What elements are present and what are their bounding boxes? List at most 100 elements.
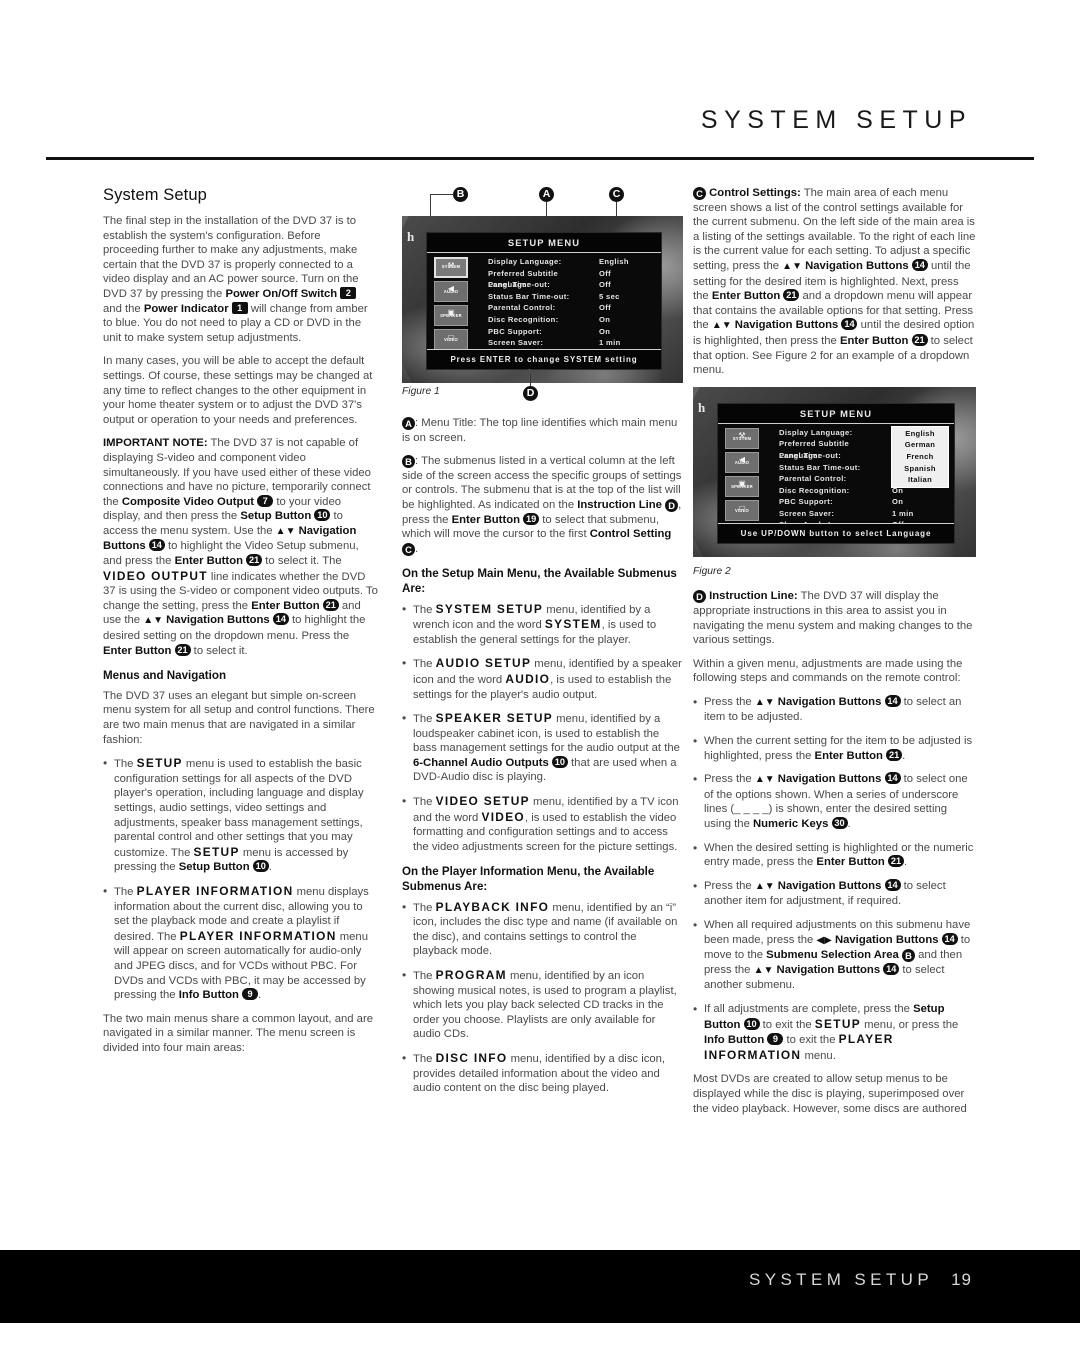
callout-10: 10 (314, 509, 331, 522)
text-run: Press the (704, 773, 755, 786)
enter-button-label: Enter Button (711, 290, 781, 303)
main-menus-list: The SETUP menu is used to establish the … (103, 756, 378, 1003)
text-run: menu. (801, 1049, 836, 1062)
setting-row[interactable]: Status Bar Time-out: 5 sec (488, 291, 653, 303)
figure1-submenu-selection-area[interactable]: ⚒ SYSTEM ◀ AUDIO ▣ SPEAKER ▭ VIDEO (427, 253, 485, 350)
submenu-selection-area-label: Submenu Selection Area (766, 949, 899, 962)
setting-label: Panel Time-out: (779, 450, 842, 460)
column-two: B A C h SETUP MENU ⚒ SYSTEM ◀ AUDIO ▣ SP… (402, 186, 683, 1105)
setting-row[interactable]: Screen Saver: 1 min (488, 337, 653, 349)
figure1-osd-panel: SETUP MENU ⚒ SYSTEM ◀ AUDIO ▣ SPEAKER ▭ VIDE… (426, 232, 662, 370)
submenu-icon-audio[interactable]: ◀ AUDIO (434, 281, 468, 302)
callout-badge-b-inline: B (901, 949, 915, 963)
figure1-callout-markers: B A C (402, 186, 683, 238)
setting-row[interactable]: Panel Time-out: Off (488, 279, 653, 291)
text-run: and the (103, 302, 144, 315)
submenu-icon-system[interactable]: ⚒ SYSTEM (434, 257, 468, 278)
callout-marker-c: C (609, 186, 624, 202)
setting-row[interactable]: Preferred Subtitle Language: Off (488, 268, 653, 290)
numeric-keys-label: Numeric Keys (753, 818, 829, 831)
submenu-icon-speaker[interactable]: ▣ SPEAKER (725, 475, 759, 497)
setting-value: On (599, 314, 611, 324)
enter-button-label: Enter Button (839, 334, 909, 347)
callout-badge-b: B (453, 187, 468, 202)
setting-label: PBC Support: (779, 497, 833, 507)
setting-label: Display Language: (488, 257, 562, 266)
setting-label: PBC Support: (488, 326, 542, 336)
dropdown-option-italian[interactable]: Italian (892, 474, 948, 486)
setting-row[interactable]: Display Language: English (488, 256, 653, 268)
paragraph-adjustment-intro: Within a given menu, adjustments are mad… (693, 657, 963, 685)
callout-21: 21 (174, 643, 191, 656)
osd-player-information: PLAYER INFORMATION (136, 883, 294, 898)
text-run: The (413, 796, 436, 809)
submenu-icon-video[interactable]: ▭ VIDEO (725, 499, 759, 521)
manual-page: SYSTEM SETUP System Setup The final step… (0, 0, 1080, 1369)
page-header: SYSTEM SETUP (0, 106, 1080, 152)
figure1-menu-title: SETUP MENU (427, 233, 661, 253)
osd-playback-info: PLAYBACK INFO (435, 899, 550, 914)
paragraph-defaults: In many cases, you will be able to accep… (103, 355, 373, 426)
dropdown-option-french[interactable]: French (892, 451, 948, 463)
submenu-icon-audio[interactable]: ◀ AUDIO (725, 451, 759, 473)
enter-button-label: Enter Button (251, 599, 320, 612)
osd-disc-info: DISC INFO (435, 1050, 508, 1065)
dropdown-option-german[interactable]: German (892, 439, 948, 451)
navigation-buttons-label: Navigation Buttons (734, 319, 839, 332)
callout-14: 14 (148, 539, 165, 552)
language-dropdown[interactable]: English German French Spanish Italian (891, 425, 949, 488)
list-item-step-select: Press the ▲▼ Navigation Buttons 14 to se… (693, 694, 976, 725)
figure2-submenu-selection-area[interactable]: ⚒ SYSTEM ◀ AUDIO ▣ SPEAKER ▭ VIDEO (718, 424, 776, 523)
figure2-hook-glyph: h (698, 399, 706, 415)
navigation-buttons-label: Navigation Buttons (166, 614, 270, 627)
navigation-buttons-label: Navigation Buttons (805, 259, 909, 272)
setting-row[interactable]: PBC Support: On (488, 326, 653, 338)
figure1-osd-body: ⚒ SYSTEM ◀ AUDIO ▣ SPEAKER ▭ VIDEO Display L… (427, 253, 661, 370)
footer-page-number: 19 (951, 1270, 972, 1289)
up-down-arrow-icon: ▲▼ (711, 320, 732, 332)
osd-system: SYSTEM (544, 617, 602, 632)
setting-value: On (892, 497, 904, 507)
instruction-line-label: Instruction Line (577, 498, 662, 511)
submenu-icon-label: SYSTEM (732, 436, 752, 442)
submenu-icon-system[interactable]: ⚒ SYSTEM (725, 427, 759, 449)
submenu-icon-speaker[interactable]: ▣ SPEAKER (434, 305, 468, 326)
submenu-icon-video[interactable]: ▭ VIDEO (434, 329, 468, 350)
callout-10: 10 (743, 1017, 760, 1030)
callout-10: 10 (551, 755, 568, 768)
setting-value: On (599, 326, 611, 336)
figure2-image: h SETUP MENU ⚒ SYSTEM ◀ AUDIO ▣ SPEAKER ▭ VI… (693, 386, 976, 557)
callout-9: 9 (242, 988, 259, 1001)
navigation-buttons-label: Navigation Buttons (834, 933, 939, 946)
left-right-arrow-icon: ◀▶ (816, 934, 832, 946)
important-note-label: IMPORTANT NOTE: (103, 437, 208, 450)
callout-badge-c: C (609, 187, 624, 202)
setting-row[interactable]: PBC Support: On (779, 496, 946, 508)
dropdown-option-spanish[interactable]: Spanish (892, 463, 948, 475)
submenu-icon-label: SPEAKER (731, 484, 753, 490)
setting-row[interactable]: Screen Saver: 1 min (779, 508, 946, 520)
osd-setup: SETUP (136, 756, 183, 771)
setting-row[interactable]: Parental Control: Off (488, 302, 653, 314)
text-run: . (268, 861, 272, 874)
callout-21: 21 (887, 855, 904, 868)
figure1-caption: Figure 1 (402, 386, 440, 397)
paragraph-menu-title-desc: A: Menu Title: The top line identifies w… (402, 416, 683, 445)
dropdown-option-english[interactable]: English (892, 428, 948, 440)
list-item-system-setup: The SYSTEM SETUP menu, identified by a w… (402, 602, 683, 648)
player-info-submenus-list: The PLAYBACK INFO menu, identified by an… (402, 900, 683, 1096)
setting-row[interactable]: Disc Recognition: On (488, 314, 653, 326)
column-one: System Setup The final step in the insta… (103, 186, 378, 1055)
instruction-line-label: Instruction Line: (709, 590, 798, 603)
figure2-menu-title: SETUP MENU (718, 403, 954, 424)
text-run: menu, or press the (860, 1018, 959, 1031)
callout-marker-a: A (539, 186, 554, 202)
setting-label: Parental Control: (488, 303, 556, 313)
list-item-playback-info: The PLAYBACK INFO menu, identified by an… (402, 899, 683, 959)
list-item-program: The PROGRAM menu, identified by an icon … (402, 968, 683, 1042)
text-run: to select it. (190, 644, 248, 657)
callout-14: 14 (883, 962, 900, 975)
setting-label: Status Bar Time-out: (779, 462, 861, 472)
setting-label: Disc Recognition: (488, 314, 559, 324)
callout-leader-b-horizontal (430, 194, 454, 195)
